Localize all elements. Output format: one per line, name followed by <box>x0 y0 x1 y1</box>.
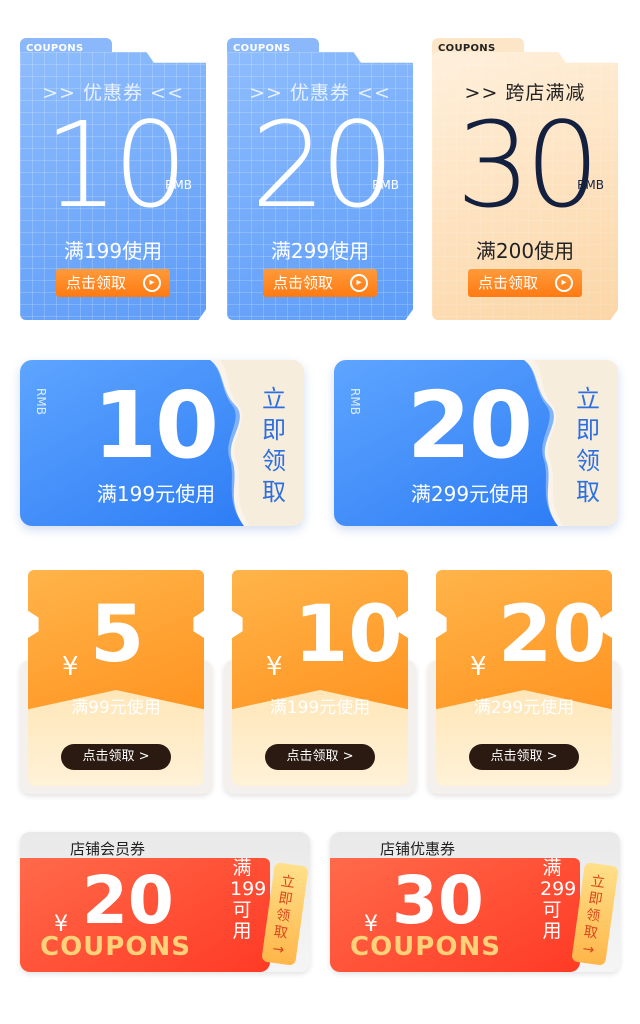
coupon-value: 5 <box>90 590 145 680</box>
currency-unit: RMB <box>34 388 48 415</box>
coupon-value: 10 <box>92 372 219 479</box>
yen-symbol: ¥ <box>470 652 487 682</box>
claim-button[interactable]: 点击领取 > <box>265 744 375 770</box>
yen-symbol: ¥ <box>266 652 283 682</box>
arrow-right-icon: → <box>581 940 596 959</box>
claim-button[interactable]: 点击领取 > <box>469 744 579 770</box>
coupon-value: 20 <box>498 590 607 680</box>
coupon-value: 10 <box>43 96 188 234</box>
coupon-card-1[interactable]: RMB 10 满199元使用 立即领取 <box>20 360 304 526</box>
usage-condition: 满99元使用 <box>71 698 161 718</box>
usage-condition: 满199使用 <box>63 239 163 263</box>
coupon-card-2[interactable]: RMB 20 满299元使用 立即领取 <box>334 360 618 526</box>
coupons-word: COUPONS <box>40 932 191 962</box>
coupon-pocket-2: ¥ 10 满199元使用 点击领取 > <box>224 570 416 794</box>
currency-unit: RMB <box>165 178 192 192</box>
claim-button-label: 点击领取 <box>273 274 334 292</box>
usage-condition: 满299元使用 <box>410 482 530 506</box>
coupon-ticket-1: COUPONS >> 优惠券 << 10 RMB 满199使用 点击领取 ▸ <box>20 38 206 320</box>
claim-now-button[interactable]: 立即领取 <box>576 384 600 508</box>
usage-condition: 满299可用 <box>540 857 577 942</box>
currency-unit: RMB <box>577 178 604 192</box>
usage-condition: 满299元使用 <box>473 698 575 718</box>
usage-condition: 满299使用 <box>270 239 370 263</box>
coupon-title: 店铺会员券 <box>70 840 146 858</box>
coupon-pocket-3: ¥ 20 满299元使用 点击领取 > <box>428 570 620 794</box>
coupon-ticket-3: COUPONS >> 跨店满减 30 RMB 满200使用 点击领取 ▸ <box>432 38 618 320</box>
usage-condition: 满199元使用 <box>96 482 216 506</box>
claim-now-button[interactable]: 立即领取 <box>262 384 286 508</box>
store-coupon-1: 店铺会员券 ¥ 20 COUPONS 满199可用 立即领取 → <box>20 832 310 972</box>
arrow-right-icon: ▸ <box>555 274 573 292</box>
store-coupon-2: 店铺优惠券 ¥ 30 COUPONS 满299可用 立即领取 → <box>330 832 620 972</box>
coupon-value: 20 <box>250 96 395 234</box>
claim-button[interactable]: 点击领取 ▸ <box>56 269 170 297</box>
coupon-value: 30 <box>455 96 600 234</box>
usage-condition: 满199可用 <box>230 857 267 942</box>
arrow-right-icon: ▸ <box>350 274 368 292</box>
coupon-title: 店铺优惠券 <box>380 840 456 858</box>
coupon-value: 30 <box>392 862 484 939</box>
arrow-right-icon: ▸ <box>143 274 161 292</box>
claim-button-label: 点击领取 <box>478 274 539 292</box>
usage-condition: 满200使用 <box>475 239 575 263</box>
coupon-value: 20 <box>406 372 533 479</box>
claim-button[interactable]: 点击领取 > <box>61 744 171 770</box>
coupons-word: COUPONS <box>350 932 501 962</box>
coupon-value: 10 <box>294 590 403 680</box>
claim-button-label: 点击领取 <box>66 274 127 292</box>
coupon-pocket-1: ¥ 5 满99元使用 点击领取 > <box>20 570 212 794</box>
coupon-ticket-2: COUPONS >> 优惠券 << 20 RMB 满299使用 点击领取 ▸ <box>227 38 413 320</box>
arrow-right-icon: → <box>271 940 286 959</box>
claim-button[interactable]: 点击领取 ▸ <box>468 269 582 297</box>
claim-button[interactable]: 点击领取 ▸ <box>263 269 377 297</box>
currency-unit: RMB <box>372 178 399 192</box>
currency-unit: RMB <box>348 388 362 415</box>
usage-condition: 满199元使用 <box>269 698 371 718</box>
yen-symbol: ¥ <box>62 652 79 682</box>
coupon-value: 20 <box>82 862 174 939</box>
